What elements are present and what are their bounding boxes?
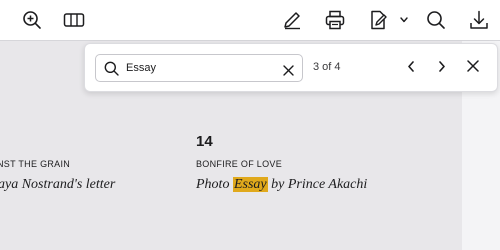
page-number: 14 <box>196 133 213 150</box>
match-count: 3 of 4 <box>313 61 341 73</box>
chevron-left-icon <box>407 59 415 77</box>
close-icon <box>467 59 479 77</box>
search-highlight: Essay <box>232 177 268 192</box>
zoom-in-icon[interactable] <box>16 4 48 36</box>
previous-match-button[interactable] <box>400 57 422 79</box>
download-icon[interactable] <box>463 4 495 36</box>
find-input[interactable] <box>126 59 276 77</box>
title-text-before: Photo <box>196 177 233 192</box>
search-icon <box>104 61 119 81</box>
find-bar: 3 of 4 <box>84 43 498 92</box>
next-match-button[interactable] <box>431 57 453 79</box>
print-icon[interactable] <box>319 4 351 36</box>
find-search-box <box>95 54 303 82</box>
top-toolbar <box>0 0 500 41</box>
right-column-title: Photo Essay by Prince Akachi <box>196 177 367 193</box>
chevron-down-icon[interactable] <box>396 4 412 36</box>
title-text-after: by Prince Akachi <box>267 177 368 192</box>
columns-icon[interactable] <box>58 4 90 36</box>
left-column-kicker: NST THE GRAIN <box>0 159 71 169</box>
right-column-kicker: BONFIRE OF LOVE <box>196 159 283 169</box>
chevron-right-icon <box>438 59 446 77</box>
pen-icon[interactable] <box>276 4 308 36</box>
annotate-icon[interactable] <box>362 4 394 36</box>
close-find-button[interactable] <box>462 57 484 79</box>
left-column-title: aya Nostrand's letter <box>0 177 116 192</box>
search-icon[interactable] <box>420 4 452 36</box>
clear-icon[interactable] <box>283 63 294 81</box>
